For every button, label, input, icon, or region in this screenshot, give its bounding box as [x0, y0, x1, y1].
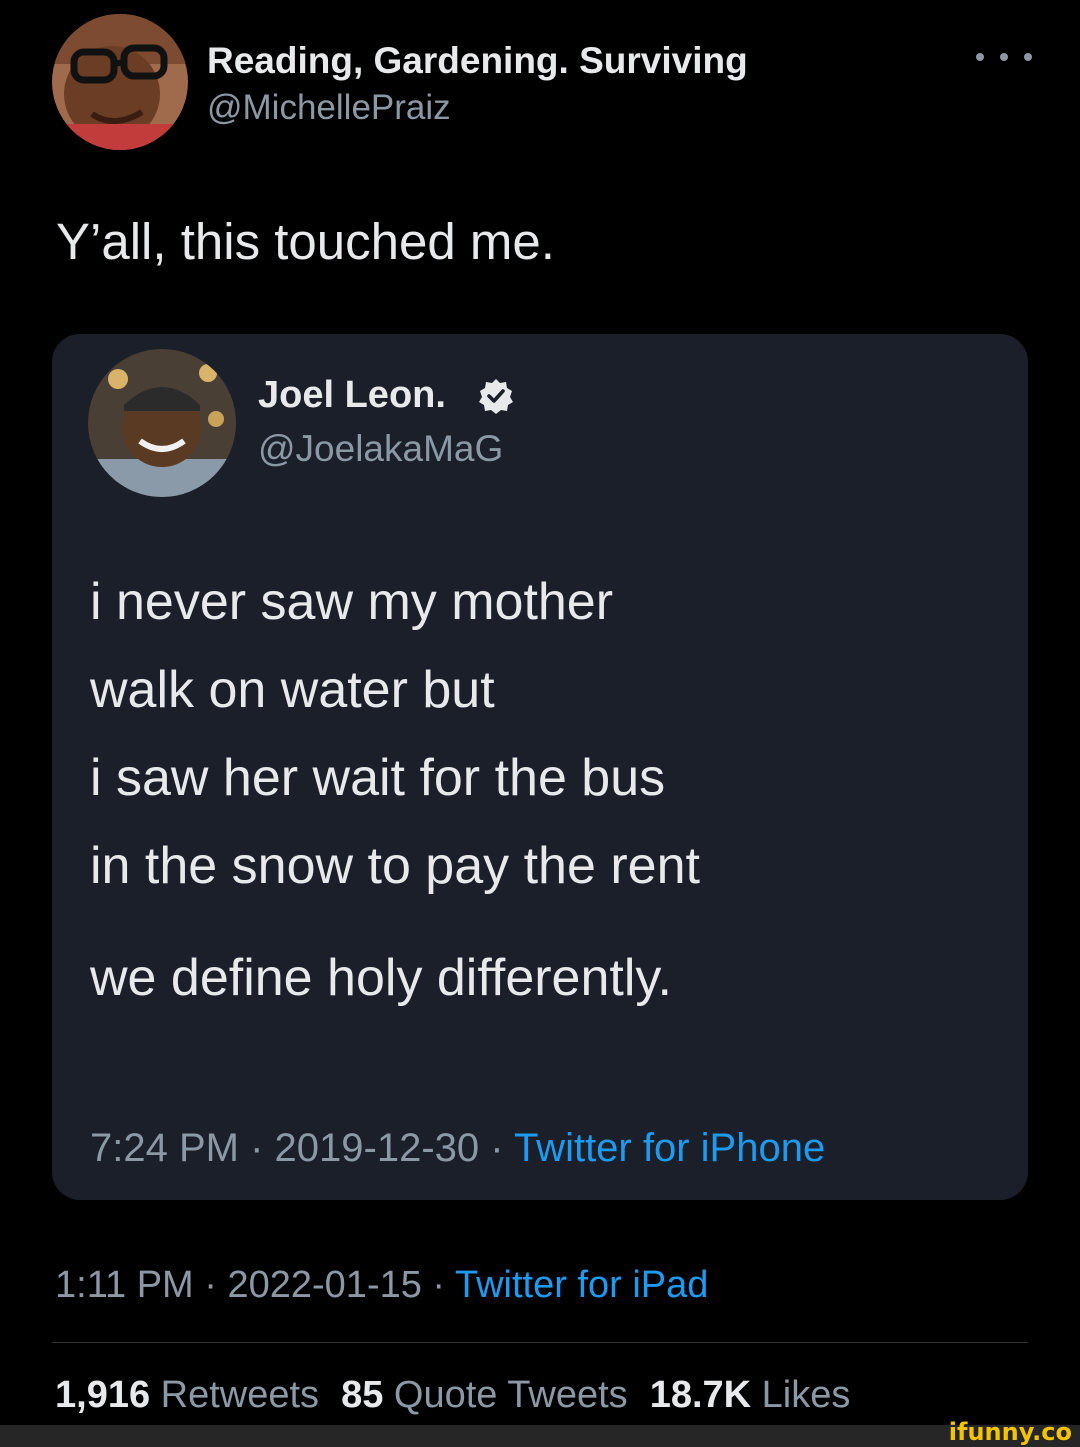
meta-separator: ·	[479, 1126, 514, 1170]
verified-badge-icon	[478, 378, 514, 414]
meta-separator: ·	[193, 1264, 228, 1306]
likes-count: 18.7K	[649, 1374, 752, 1416]
quoted-tweet-line: in the snow to pay the rent	[90, 837, 700, 895]
tweet-source-link[interactable]: Twitter for iPad	[455, 1264, 708, 1306]
quoted-author-avatar[interactable]	[88, 349, 236, 497]
quoted-tweet-line: walk on water but	[90, 661, 495, 719]
tweet-time[interactable]: 1:11 PM	[55, 1264, 194, 1306]
quote-tweets-count: 85	[341, 1374, 384, 1416]
quoted-author-handle[interactable]: @JoelakaMaG	[258, 428, 503, 470]
meta-separator: ·	[238, 1126, 275, 1170]
quoted-author-name[interactable]: Joel Leon.	[258, 374, 446, 417]
author-avatar[interactable]	[52, 14, 188, 150]
meta-separator: ·	[421, 1264, 455, 1306]
quote-tweets-label: Quote Tweets	[393, 1374, 628, 1416]
quoted-tweet-time[interactable]: 7:24 PM	[90, 1126, 239, 1170]
engagement-stats: 1,916 Retweets 85 Quote Tweets 18.7K Likes	[55, 1374, 850, 1417]
tweet-meta: 1:11 PM · 2022-01-15 · Twitter for iPad	[55, 1264, 708, 1307]
retweets-count: 1,916	[55, 1374, 151, 1416]
quoted-tweet-line: we define holy differently.	[90, 949, 672, 1007]
quoted-tweet-date[interactable]: 2019-12-30	[275, 1126, 480, 1170]
retweets-label: Retweets	[160, 1374, 320, 1416]
tweet-text: Y’all, this touched me.	[56, 213, 555, 270]
likes-label: Likes	[761, 1374, 851, 1416]
quote-tweets-stat[interactable]: 85 Quote Tweets	[341, 1374, 628, 1416]
divider	[52, 1342, 1028, 1343]
avatar-photo-icon	[52, 14, 188, 150]
quoted-tweet-meta: 7:24 PM · 2019-12-30 · Twitter for iPhon…	[90, 1126, 825, 1171]
avatar-photo-icon	[88, 349, 236, 497]
tweet-date[interactable]: 2022-01-15	[227, 1264, 421, 1306]
quoted-tweet-line: i never saw my mother	[90, 573, 614, 631]
watermark-bar	[0, 1425, 1080, 1447]
retweets-stat[interactable]: 1,916 Retweets	[55, 1374, 319, 1416]
more-options-icon[interactable]	[976, 42, 1032, 72]
author-handle[interactable]: @MichellePraiz	[207, 88, 451, 128]
author-name[interactable]: Reading, Gardening. Surviving	[207, 40, 748, 82]
watermark-logo: ifunny.co	[948, 1418, 1072, 1446]
quoted-tweet-source-link[interactable]: Twitter for iPhone	[514, 1126, 825, 1170]
quoted-tweet-line: i saw her wait for the bus	[90, 749, 666, 807]
likes-stat[interactable]: 18.7K Likes	[650, 1374, 851, 1416]
